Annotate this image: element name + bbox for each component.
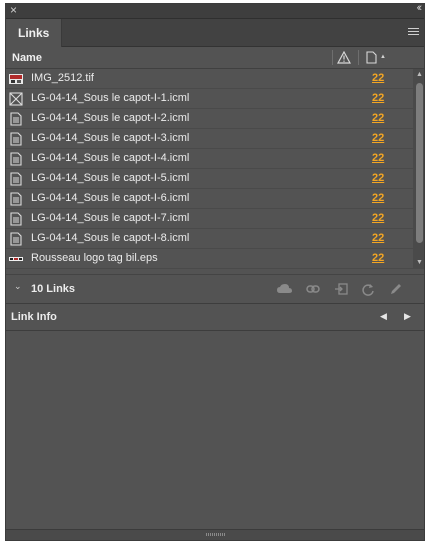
page-number-link[interactable]: 22	[372, 92, 384, 104]
cloud-link-icon[interactable]	[276, 282, 294, 296]
column-divider	[332, 50, 333, 65]
panel-footer	[6, 529, 424, 540]
document-icon	[9, 232, 23, 246]
scrollbar-thumb[interactable]	[416, 83, 423, 243]
link-row[interactable]: LG-04-14_Sous le capot-I-7.icml 22	[6, 209, 413, 229]
document-icon	[9, 132, 23, 146]
link-info-title: Link Info	[11, 311, 57, 323]
link-name: LG-04-14_Sous le capot-I-2.icml	[31, 112, 190, 124]
document-icon	[9, 152, 23, 166]
go-to-link-icon[interactable]	[334, 282, 348, 296]
status-bar: ⌄ 10 Links	[6, 274, 424, 304]
previous-link-icon[interactable]: ◀	[380, 311, 387, 322]
column-header: Name ▲	[6, 47, 424, 69]
page-number-link[interactable]: 22	[372, 232, 384, 244]
link-name: LG-04-14_Sous le capot-I-7.icml	[31, 212, 190, 224]
link-name: Rousseau logo tag bil.eps	[31, 252, 158, 264]
page-number-link[interactable]: 22	[372, 192, 384, 204]
link-row[interactable]: Rousseau logo tag bil.eps 22	[6, 249, 413, 269]
chevron-down-icon[interactable]: ⌄	[14, 281, 22, 292]
link-name: LG-04-14_Sous le capot-I-3.icml	[31, 132, 190, 144]
link-row[interactable]: LG-04-14_Sous le capot-I-8.icml 22	[6, 229, 413, 249]
link-row[interactable]: LG-04-14_Sous le capot-I-1.icml 22	[6, 89, 413, 109]
link-row[interactable]: LG-04-14_Sous le capot-I-3.icml 22	[6, 129, 413, 149]
links-count: 10 Links	[31, 283, 76, 295]
link-row[interactable]: IMG_2512.tif 22	[6, 69, 413, 89]
tab-links[interactable]: Links	[6, 19, 62, 47]
logo-thumbnail-icon	[9, 252, 23, 266]
scroll-up-icon[interactable]: ▲	[416, 71, 423, 78]
page-number-link[interactable]: 22	[372, 72, 384, 84]
link-info-header[interactable]: Link Info ◀ ▶	[6, 304, 424, 331]
column-divider	[358, 50, 359, 65]
page-number-link[interactable]: 22	[372, 252, 384, 264]
link-name: LG-04-14_Sous le capot-I-6.icml	[31, 192, 190, 204]
warning-icon[interactable]	[337, 51, 351, 64]
link-name: LG-04-14_Sous le capot-I-4.icml	[31, 152, 190, 164]
sort-ascending-icon: ▲	[380, 54, 386, 60]
link-name: LG-04-14_Sous le capot-I-5.icml	[31, 172, 190, 184]
image-thumbnail-icon	[9, 72, 23, 86]
tab-links-label: Links	[18, 26, 50, 40]
link-row[interactable]: LG-04-14_Sous le capot-I-4.icml 22	[6, 149, 413, 169]
tab-bar: Links	[6, 19, 424, 47]
page-icon[interactable]	[366, 51, 377, 64]
relink-icon[interactable]	[306, 282, 320, 296]
link-row[interactable]: LG-04-14_Sous le capot-I-5.icml 22	[6, 169, 413, 189]
document-icon	[9, 212, 23, 226]
next-link-icon[interactable]: ▶	[404, 311, 411, 322]
missing-image-icon	[9, 92, 23, 106]
links-list: IMG_2512.tif 22 LG-04-14_Sous le capot-I-1…	[6, 69, 413, 269]
collapse-panel-icon[interactable]: ‹‹	[417, 4, 423, 14]
update-link-icon[interactable]	[361, 282, 375, 296]
link-row[interactable]: LG-04-14_Sous le capot-I-6.icml 22	[6, 189, 413, 209]
link-row[interactable]: LG-04-14_Sous le capot-I-2.icml 22	[6, 109, 413, 129]
link-name: IMG_2512.tif	[31, 72, 94, 84]
scrollbar[interactable]: ▲ ▼	[413, 69, 424, 269]
page-number-link[interactable]: 22	[372, 172, 384, 184]
document-icon	[9, 192, 23, 206]
page-number-link[interactable]: 22	[372, 132, 384, 144]
column-name[interactable]: Name	[12, 52, 42, 64]
resize-grip[interactable]	[206, 533, 226, 536]
document-icon	[9, 112, 23, 126]
edit-original-icon[interactable]	[389, 282, 403, 296]
page-number-link[interactable]: 22	[372, 212, 384, 224]
page-number-link[interactable]: 22	[372, 112, 384, 124]
scroll-down-icon[interactable]: ▼	[416, 259, 423, 266]
document-icon	[9, 172, 23, 186]
panel-menu-icon[interactable]	[408, 28, 419, 37]
panel-titlebar: × ‹‹	[6, 4, 424, 19]
link-name: LG-04-14_Sous le capot-I-8.icml	[31, 232, 190, 244]
links-panel: × ‹‹ Links Name ▲ IMG_2512.tif 22 LG-04-14…	[5, 3, 425, 541]
link-name: LG-04-14_Sous le capot-I-1.icml	[31, 92, 190, 104]
page-number-link[interactable]: 22	[372, 152, 384, 164]
close-icon[interactable]: ×	[10, 4, 17, 17]
